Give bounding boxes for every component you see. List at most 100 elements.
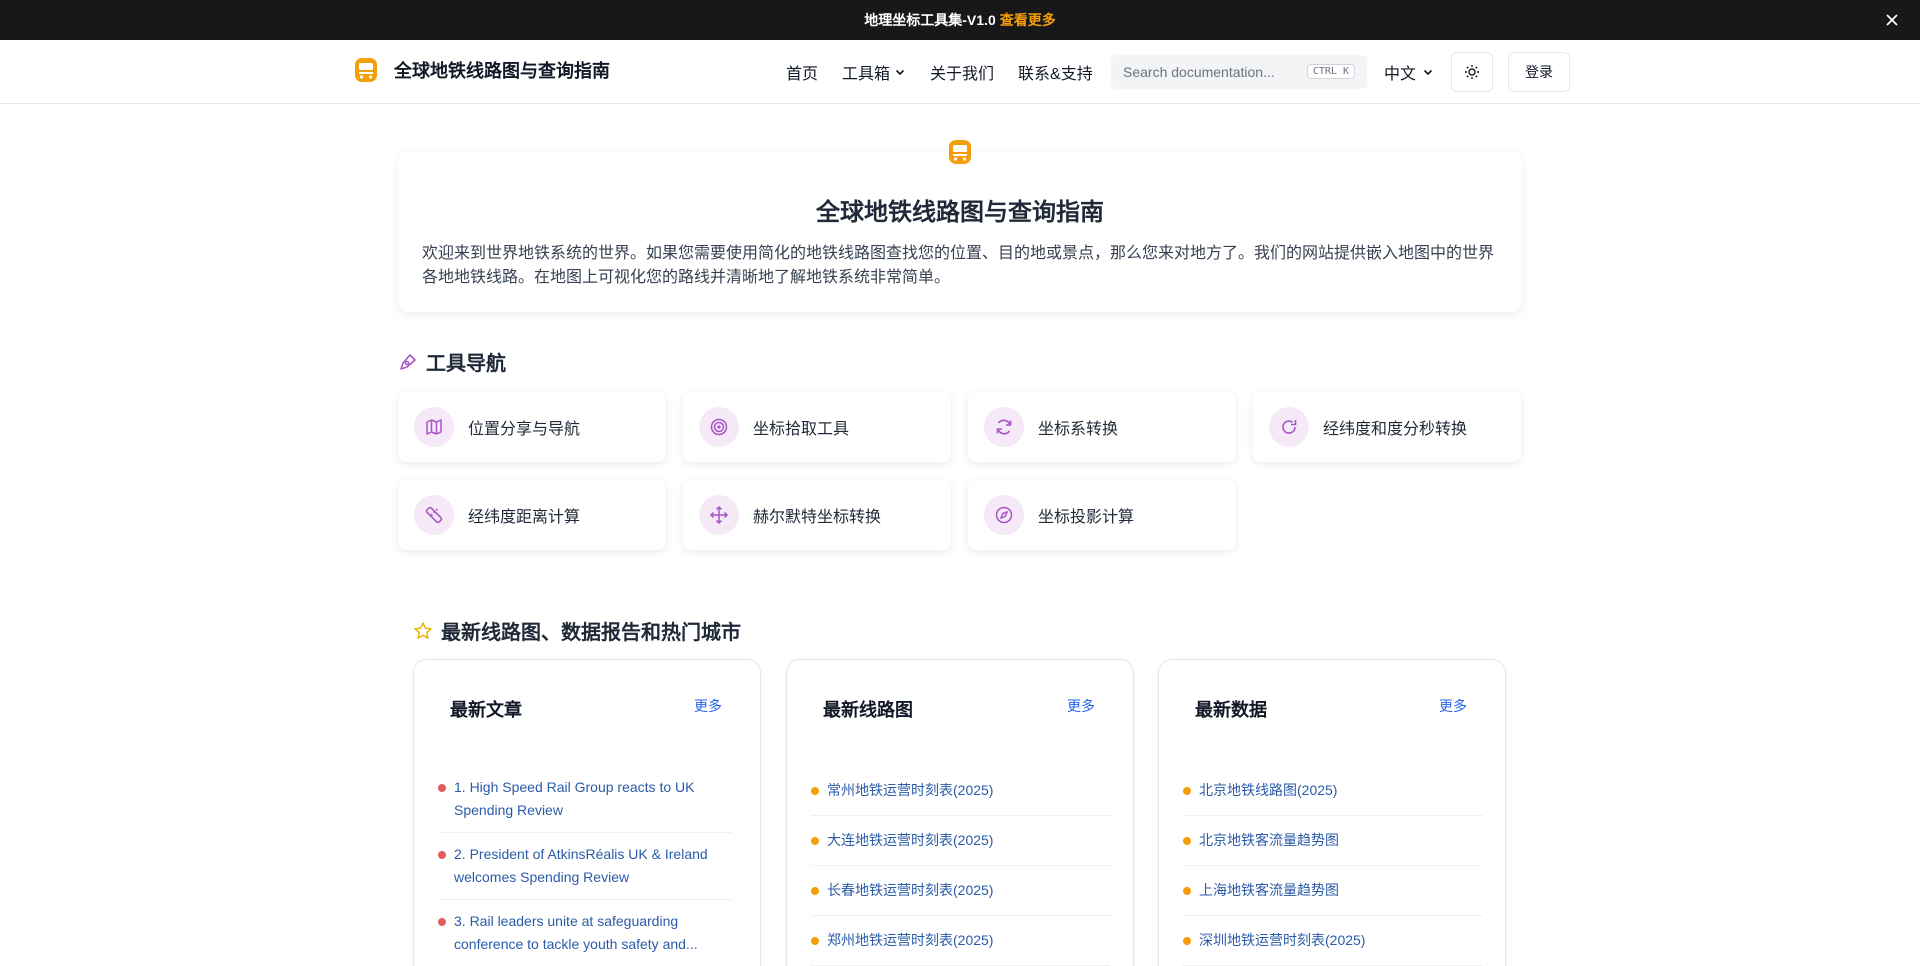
tool-label: 位置分享与导航	[468, 421, 581, 438]
star-icon	[414, 621, 432, 639]
pen-tool-icon	[400, 353, 416, 370]
login-button[interactable]: 登录	[1508, 52, 1570, 92]
item-link: 北京地铁客流量趋势图	[1199, 832, 1339, 848]
tool-card-projection-calc[interactable]: 坐标投影计算	[968, 480, 1236, 550]
rotate-icon	[1269, 407, 1309, 447]
intro-text: 欢迎来到世界地铁系统的世界。如果您需要使用简化的地铁线路图查找您的位置、目的地或…	[422, 245, 1495, 286]
more-link[interactable]: 更多	[1067, 696, 1095, 716]
list-item[interactable]: 上海地铁客流量趋势图	[1183, 866, 1483, 916]
bullet-dot	[811, 887, 819, 895]
latest-title: 最新线路图、数据报告和热门城市	[441, 622, 741, 644]
list-item[interactable]: 郑州地铁运营时刻表(2025)	[811, 916, 1111, 966]
card-title: 最新文章	[450, 700, 522, 720]
theme-toggle-button[interactable]	[1451, 52, 1493, 92]
list-item[interactable]: 深圳地铁运营时刻表(2025)	[1183, 916, 1483, 966]
item-link: 2. President of AtkinsRéalis UK & Irelan…	[454, 846, 708, 885]
close-icon[interactable]	[1882, 10, 1902, 30]
list-item[interactable]: 长春地铁运营时刻表(2025)	[811, 866, 1111, 916]
item-link: 北京地铁线路图(2025)	[1199, 782, 1338, 798]
language-label: 中文	[1384, 66, 1417, 83]
chevron-down-icon	[895, 69, 905, 76]
tool-card-crs-convert[interactable]: 坐标系转换	[968, 392, 1236, 462]
list-item[interactable]: 北京地铁客流量趋势图	[1183, 816, 1483, 866]
bullet-dot	[438, 784, 446, 792]
bullet-dot	[438, 918, 446, 926]
bullet-dot	[1183, 887, 1191, 895]
tool-label: 经纬度和度分秒转换	[1323, 421, 1468, 438]
nav-about[interactable]: 关于我们	[930, 60, 994, 84]
item-link: 3. Rail leaders unite at safeguarding co…	[454, 913, 698, 952]
map-icon	[414, 407, 454, 447]
nav-toolbox[interactable]: 工具箱	[842, 60, 906, 84]
map-list: 常州地铁运营时刻表(2025) 大连地铁运营时刻表(2025) 长春地铁运营时刻…	[811, 766, 1111, 966]
latest-data-card: 最新数据 更多 北京地铁线路图(2025) 北京地铁客流量趋势图 上海地铁客流量…	[1158, 659, 1506, 966]
ruler-icon	[414, 495, 454, 535]
data-list: 北京地铁线路图(2025) 北京地铁客流量趋势图 上海地铁客流量趋势图 深圳地铁…	[1183, 766, 1483, 966]
item-link: 常州地铁运营时刻表(2025)	[827, 782, 994, 798]
bullet-dot	[1183, 937, 1191, 945]
list-item[interactable]: 3. Rail leaders unite at safeguarding co…	[438, 900, 732, 966]
bullet-dot	[811, 937, 819, 945]
card-title: 最新数据	[1195, 700, 1267, 720]
announcement-link[interactable]: 查看更多	[1000, 10, 1056, 30]
nav-contact[interactable]: 联系&支持	[1018, 60, 1093, 84]
chevron-down-icon	[1423, 69, 1433, 76]
list-item[interactable]: 大连地铁运营时刻表(2025)	[811, 816, 1111, 866]
tool-card-distance-calc[interactable]: 经纬度距离计算	[398, 480, 666, 550]
compass-icon	[984, 495, 1024, 535]
bullet-dot	[811, 837, 819, 845]
announcement-text: 地理坐标工具集-V1.0	[864, 12, 996, 28]
more-link[interactable]: 更多	[1439, 696, 1467, 716]
more-link[interactable]: 更多	[694, 696, 722, 716]
item-link: 大连地铁运营时刻表(2025)	[827, 832, 994, 848]
bullet-dot	[1183, 787, 1191, 795]
list-item[interactable]: 常州地铁运营时刻表(2025)	[811, 766, 1111, 816]
brand[interactable]: 全球地铁线路图与查询指南	[352, 56, 610, 84]
article-list: 1. High Speed Rail Group reacts to UK Sp…	[438, 766, 732, 966]
bullet-dot	[1183, 837, 1191, 845]
nav-toolbox-label: 工具箱	[842, 66, 891, 83]
tools-title: 工具导航	[426, 353, 506, 375]
latest-maps-card: 最新线路图 更多 常州地铁运营时刻表(2025) 大连地铁运营时刻表(2025)…	[786, 659, 1134, 966]
sun-icon	[1465, 65, 1479, 79]
brand-name: 全球地铁线路图与查询指南	[394, 61, 610, 81]
tool-card-helmert-convert[interactable]: 赫尔默特坐标转换	[683, 480, 951, 550]
train-icon	[949, 140, 971, 164]
list-item[interactable]: 2. President of AtkinsRéalis UK & Irelan…	[438, 833, 732, 900]
bullet-dot	[438, 851, 446, 859]
item-link: 1. High Speed Rail Group reacts to UK Sp…	[454, 779, 695, 818]
tool-label: 赫尔默特坐标转换	[753, 509, 882, 526]
nav-home[interactable]: 首页	[786, 60, 818, 84]
search-input[interactable]: Search documentation... CTRL K	[1111, 55, 1367, 89]
refresh-icon	[984, 407, 1024, 447]
search-shortcut: CTRL K	[1306, 64, 1355, 79]
tool-card-coordinate-picker[interactable]: 坐标拾取工具	[683, 392, 951, 462]
bullet-dot	[811, 787, 819, 795]
latest-articles-card: 最新文章 更多 1. High Speed Rail Group reacts …	[413, 659, 761, 966]
navbar: 全球地铁线路图与查询指南 首页 工具箱 关于我们 联系&支持 Search do…	[0, 40, 1920, 104]
target-icon	[699, 407, 739, 447]
announcement-bar: 地理坐标工具集-V1.0 查看更多	[0, 0, 1920, 40]
list-item[interactable]: 1. High Speed Rail Group reacts to UK Sp…	[438, 766, 732, 833]
language-select[interactable]: 中文	[1384, 60, 1434, 84]
main-nav: 首页 工具箱 关于我们 联系&支持	[786, 60, 1117, 84]
intro-card: 全球地铁线路图与查询指南 欢迎来到世界地铁系统的世界。如果您需要使用简化的地铁线…	[398, 152, 1522, 312]
tool-card-location-share[interactable]: 位置分享与导航	[398, 392, 666, 462]
card-title: 最新线路图	[823, 700, 913, 720]
item-link: 上海地铁客流量趋势图	[1199, 882, 1339, 898]
tool-label: 坐标系转换	[1038, 421, 1119, 438]
page-title: 全球地铁线路图与查询指南	[816, 199, 1104, 226]
item-link: 郑州地铁运营时刻表(2025)	[827, 932, 994, 948]
tool-label: 坐标投影计算	[1038, 509, 1135, 526]
tool-label: 经纬度距离计算	[468, 509, 581, 526]
item-link: 深圳地铁运营时刻表(2025)	[1199, 932, 1366, 948]
latest-heading: 最新线路图、数据报告和热门城市	[413, 616, 741, 645]
tool-label: 坐标拾取工具	[753, 421, 850, 438]
item-link: 长春地铁运营时刻表(2025)	[827, 882, 994, 898]
tools-heading: 工具导航	[398, 347, 506, 376]
list-item[interactable]: 北京地铁线路图(2025)	[1183, 766, 1483, 816]
tool-card-dms-convert[interactable]: 经纬度和度分秒转换	[1253, 392, 1521, 462]
search-placeholder: Search documentation...	[1123, 64, 1275, 80]
train-logo-icon	[355, 58, 377, 82]
move-icon	[699, 495, 739, 535]
